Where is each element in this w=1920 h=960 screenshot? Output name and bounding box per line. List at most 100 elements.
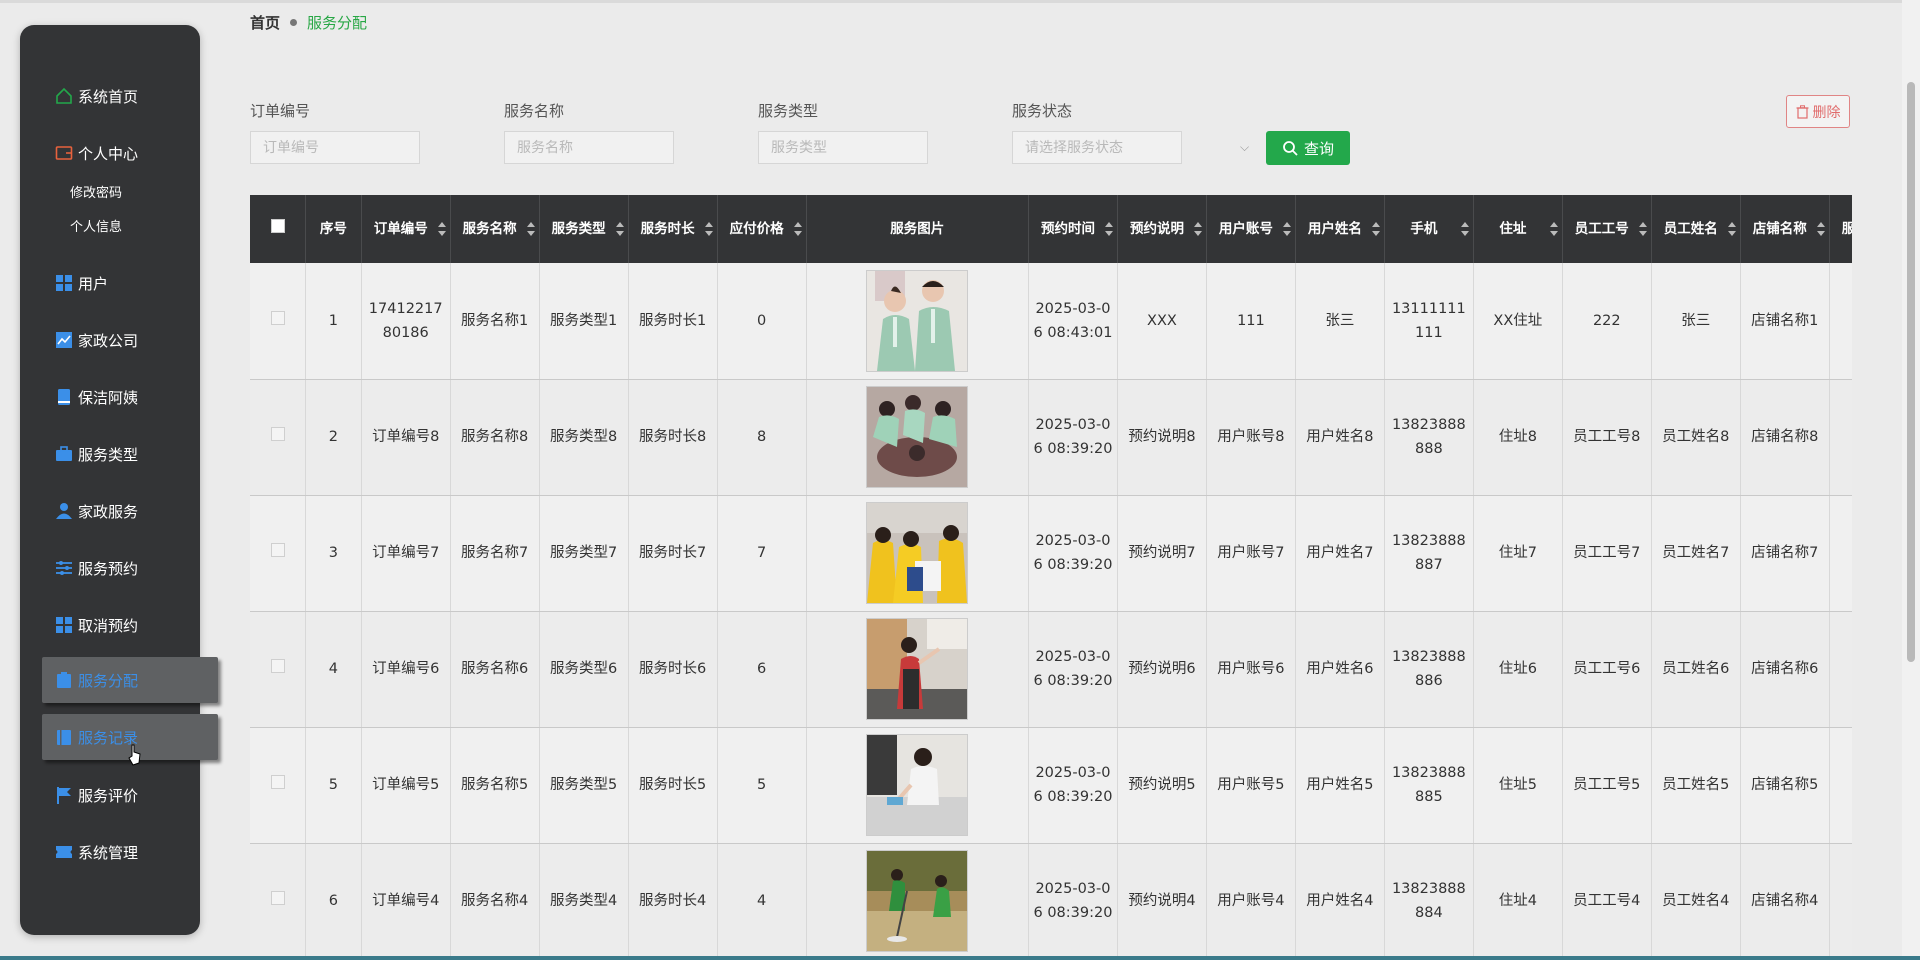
col-header-sortable[interactable]: 店铺名称 (1740, 195, 1830, 263)
cell-no: 3 (305, 495, 362, 612)
col-header-sortable[interactable]: 应付价格 (717, 195, 807, 263)
data-table-container: 序号 订单编号 服务名称 服务类型 服务时长 应付价格 服务图片 预约时间 预约… (250, 195, 1852, 960)
sort-icon[interactable] (1638, 222, 1647, 236)
service-image[interactable] (866, 502, 969, 604)
col-header-sortable[interactable]: 服务名称 (450, 195, 540, 263)
table-row[interactable]: 2 订单编号8 服务名称8 服务类型8 服务时长8 8 2025-03-06 08:39:2… (250, 379, 1852, 496)
sort-icon[interactable] (1371, 222, 1380, 236)
order-no-input[interactable] (250, 131, 420, 164)
table-row[interactable]: 3 订单编号7 服务名称7 服务类型7 服务时长7 7 2025-03-06 08:39:2… (250, 495, 1852, 612)
sort-icon[interactable] (704, 222, 713, 236)
sidebar-item-cancel-booking[interactable]: 取消预约 (54, 611, 138, 639)
flag-icon (54, 785, 74, 805)
cell-time: 2025-03-06 08:39:20 (1028, 727, 1118, 844)
sidebar-item-booking[interactable]: 服务预约 (54, 554, 138, 582)
row-select-cell (250, 843, 307, 960)
service-image[interactable] (866, 618, 969, 720)
table-row[interactable]: 1 1741221780186 服务名称1 服务类型1 服务时长1 0 2025-03-06… (250, 263, 1852, 380)
col-header-label: 预约时间 (1040, 221, 1095, 237)
service-type-input[interactable] (758, 131, 928, 164)
cell-type: 服务类型7 (539, 495, 629, 612)
sidebar-item-label: 家政公司 (78, 331, 139, 350)
sort-icon[interactable] (437, 222, 446, 236)
row-checkbox[interactable] (270, 775, 285, 789)
cell-status: 已服务 (1829, 379, 1852, 496)
sidebar-item-users[interactable]: 用户 (54, 269, 108, 297)
query-button[interactable]: 查询 (1266, 131, 1350, 165)
col-header-sortable[interactable]: 员工工号 (1562, 195, 1652, 263)
col-header-sortable[interactable]: 预约说明 (1117, 195, 1207, 263)
col-header-sortable[interactable]: 订单编号 (361, 195, 451, 263)
sort-icon[interactable] (1282, 222, 1291, 236)
cell-status: 已服务 (1829, 263, 1852, 380)
sidebar-item-company[interactable]: 家政公司 (54, 326, 138, 354)
sidebar-item-housekeeping[interactable]: 家政服务 (54, 497, 138, 525)
col-header-label: 用户账号 (1218, 221, 1273, 237)
delete-button[interactable]: 删除 (1786, 95, 1850, 128)
service-image[interactable] (866, 850, 969, 952)
cell-emp_no: 员工工号8 (1562, 379, 1652, 496)
sidebar-item-service-review[interactable]: 服务评价 (54, 781, 138, 809)
sidebar-item-label: 系统首页 (78, 87, 139, 106)
sort-icon[interactable] (1727, 222, 1736, 236)
vertical-scrollbar[interactable] (1902, 0, 1920, 960)
service-image-cell (806, 495, 1030, 612)
col-header-sortable[interactable]: 手机 (1384, 195, 1474, 263)
sort-icon[interactable] (1549, 222, 1558, 236)
col-header-sortable[interactable]: 用户姓名 (1295, 195, 1385, 263)
col-header-label: 服务时长 (640, 221, 695, 237)
service-status-select[interactable]: ⌵ (1012, 131, 1250, 164)
data-table: 序号 订单编号 服务名称 服务类型 服务时长 应付价格 服务图片 预约时间 预约… (250, 195, 1852, 960)
cell-note: 预约说明4 (1117, 843, 1207, 960)
query-button-label: 查询 (1303, 139, 1334, 158)
col-header-sortable[interactable]: 员工姓名 (1651, 195, 1741, 263)
breadcrumb-separator (290, 19, 298, 26)
row-checkbox[interactable] (270, 543, 285, 557)
sidebar-subitem-personal-info[interactable]: 个人信息 (70, 216, 122, 235)
sidebar-subitem-change-password[interactable]: 修改密码 (70, 182, 122, 201)
sort-icon[interactable] (1193, 222, 1202, 236)
sidebar-item-service-type[interactable]: 服务类型 (54, 440, 138, 468)
cell-price: 6 (717, 611, 807, 728)
row-checkbox[interactable] (270, 427, 285, 441)
sidebar-item-service-assign[interactable]: 服务分配 (42, 657, 218, 703)
col-header-sortable[interactable]: 服务状态 (1829, 195, 1852, 263)
select-all-checkbox[interactable] (270, 219, 285, 233)
table-row[interactable]: 5 订单编号5 服务名称5 服务类型5 服务时长5 5 2025-03-06 08:39:2… (250, 727, 1852, 844)
clipboard-icon (54, 670, 74, 690)
service-name-input[interactable] (504, 131, 674, 164)
col-header-sortable[interactable]: 住址 (1473, 195, 1563, 263)
service-image[interactable] (866, 269, 969, 372)
sort-icon[interactable] (615, 222, 624, 236)
row-select-cell (250, 379, 307, 496)
col-header-sortable[interactable]: 服务类型 (539, 195, 629, 263)
sidebar-item-label: 保洁阿姨 (78, 388, 139, 407)
service-type-label: 服务类型 (758, 102, 819, 120)
col-header-sortable[interactable]: 用户账号 (1206, 195, 1296, 263)
cell-type: 服务类型6 (539, 611, 629, 728)
col-header-sortable[interactable]: 服务时长 (628, 195, 718, 263)
scrollbar-thumb[interactable] (1907, 82, 1915, 662)
sort-icon[interactable] (793, 222, 802, 236)
sort-icon[interactable] (1816, 222, 1825, 236)
sidebar-item-cleaners[interactable]: 保洁阿姨 (54, 383, 138, 411)
sort-icon[interactable] (1460, 222, 1469, 236)
table-row[interactable]: 4 订单编号6 服务名称6 服务类型6 服务时长6 6 2025-03-06 08:39:2… (250, 611, 1852, 728)
row-checkbox[interactable] (270, 310, 285, 325)
sidebar-item-system[interactable]: 系统管理 (54, 838, 138, 866)
sidebar-item-personal-center[interactable]: 个人中心 (54, 139, 138, 167)
service-image[interactable] (866, 734, 969, 836)
sidebar-item-home[interactable]: 系统首页 (54, 82, 138, 110)
row-checkbox[interactable] (270, 891, 285, 905)
cell-name: 服务名称1 (450, 263, 540, 380)
cell-phone: 13823888887 (1384, 495, 1474, 612)
sort-icon[interactable] (526, 222, 535, 236)
table-row[interactable]: 6 订单编号4 服务名称4 服务类型4 服务时长4 4 2025-03-06 08:39:2… (250, 843, 1852, 960)
row-checkbox[interactable] (270, 659, 285, 673)
service-image[interactable] (866, 386, 969, 488)
sort-icon[interactable] (1104, 222, 1113, 236)
sidebar-item-label: 服务分配 (78, 671, 139, 690)
breadcrumb-home[interactable]: 首页 (250, 12, 280, 33)
col-header-sortable[interactable]: 预约时间 (1028, 195, 1118, 263)
service-status-input[interactable] (1012, 131, 1182, 164)
